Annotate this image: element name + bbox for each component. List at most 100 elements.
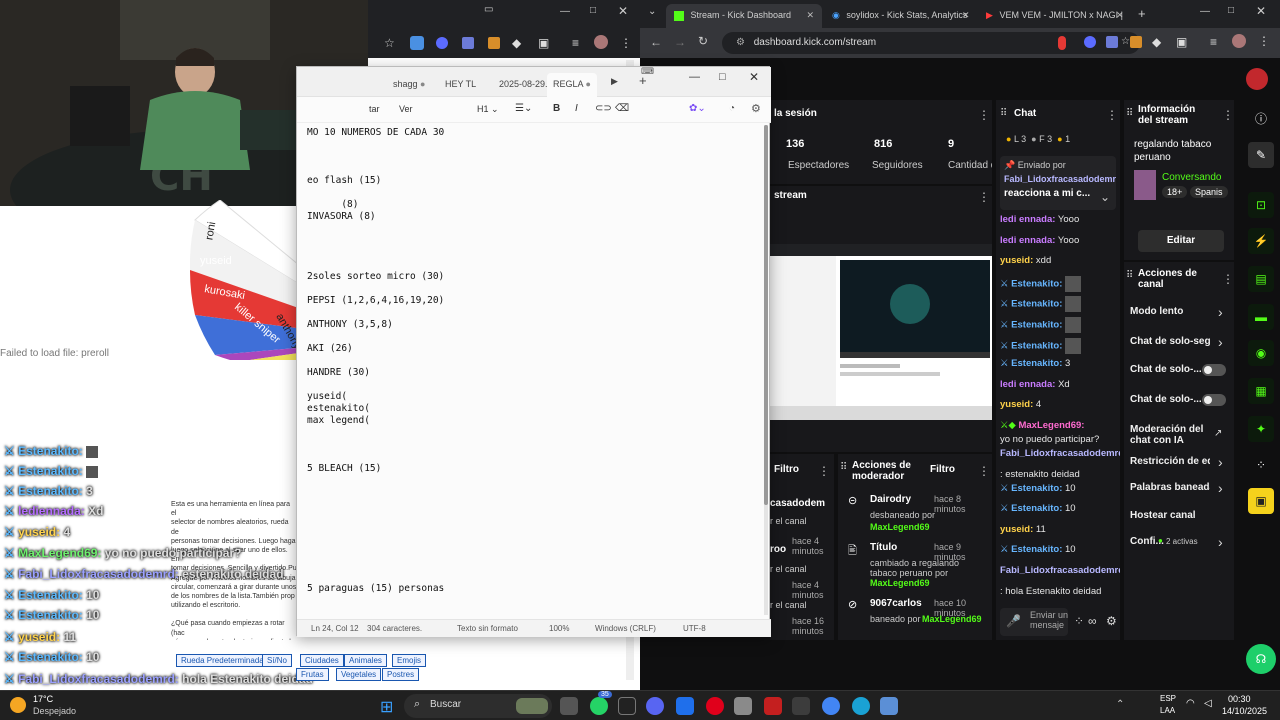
settings-icon[interactable]: ⚙ <box>751 102 761 115</box>
chat-username[interactable]: yuseid: <box>1000 255 1033 266</box>
chevron-down-icon[interactable]: ⌄ <box>1100 190 1110 204</box>
broadcast-icon[interactable]: ◉ <box>1248 340 1274 366</box>
channel-action-item[interactable]: Chat de solo-... <box>1124 364 1234 390</box>
clipboard-icon[interactable]: ▤ <box>1248 266 1274 292</box>
opera-icon[interactable] <box>706 697 724 715</box>
chat-username[interactable]: Estenakito: <box>1011 358 1062 369</box>
toggle-switch[interactable] <box>1202 394 1226 406</box>
channel-action-item[interactable]: Restricción de ed › <box>1124 454 1234 482</box>
preset-button[interactable]: Rueda Predeterminada <box>176 654 269 667</box>
extension-icon[interactable] <box>410 36 424 50</box>
extension-icon[interactable] <box>1130 36 1142 48</box>
chat-username[interactable]: Estenakito: <box>1011 544 1062 555</box>
menu-view[interactable]: Ver <box>399 104 413 114</box>
channel-action-item[interactable]: Chat de solo-segu › <box>1124 334 1234 362</box>
more-icon[interactable]: ⋮ <box>1222 108 1234 122</box>
chevron-right-icon[interactable]: › <box>1218 454 1223 470</box>
task-view-icon[interactable] <box>560 697 578 715</box>
italic-icon[interactable]: I <box>575 103 578 114</box>
info-icon[interactable]: ⓘ <box>1248 106 1274 132</box>
more-icon[interactable]: ⋮ <box>1222 272 1234 286</box>
channel-action-item[interactable]: Modo lento › <box>1124 304 1234 332</box>
new-tab-icon[interactable]: + <box>1138 6 1146 21</box>
tab-kick-stats[interactable]: ◉ soylidox - Kick Stats, Analytics ✕ <box>824 4 978 28</box>
star-icon[interactable]: ☆ <box>384 36 395 50</box>
more-icon[interactable]: ⋮ <box>818 464 830 478</box>
chat-username[interactable]: Fabi_Lidoxfracasadodemrd <box>1000 448 1120 459</box>
chat-icon[interactable]: ▬ <box>1248 304 1274 330</box>
help-icon[interactable]: ☊ <box>1246 644 1276 674</box>
microphone-icon[interactable]: 🎤 <box>1006 614 1021 628</box>
tab-list-icon[interactable]: ⌄ <box>648 6 656 17</box>
chevron-right-icon[interactable]: › <box>1218 534 1223 550</box>
close-icon[interactable]: ✕ <box>962 10 970 21</box>
chat-username[interactable]: ledi ennada: <box>1000 379 1055 390</box>
chat-username[interactable]: ledi ennada: <box>1000 235 1055 246</box>
volume-icon[interactable]: ◁ <box>1204 698 1212 709</box>
chat-username[interactable]: Estenakito: <box>1011 503 1062 514</box>
chat-username[interactable]: yuseid: <box>1000 399 1033 410</box>
layout-icon[interactable]: ▦ <box>1248 378 1274 404</box>
filter-label[interactable]: Filtro <box>930 464 955 475</box>
diamond-icon[interactable]: ◆ <box>512 36 521 50</box>
emote-icon[interactable]: ⁘ <box>1074 614 1084 628</box>
capcut-icon[interactable] <box>792 697 810 715</box>
stream-preview-video[interactable] <box>770 244 992 420</box>
extension-icon[interactable] <box>488 37 500 49</box>
whatsapp-icon[interactable] <box>590 697 608 715</box>
weather-icon[interactable] <box>10 697 26 713</box>
chevron-right-icon[interactable]: › <box>1218 480 1223 496</box>
edit-button[interactable]: Editar <box>1138 230 1224 252</box>
maximize-icon[interactable]: □ <box>719 71 726 83</box>
list-icon[interactable]: ☰⌄ <box>515 103 532 114</box>
chevron-right-icon[interactable]: › <box>1218 334 1223 350</box>
preset-button[interactable]: Postres <box>382 668 420 681</box>
preset-button[interactable]: Emojis <box>392 654 427 667</box>
more-icon[interactable]: ⋮ <box>978 464 990 478</box>
tab-youtube[interactable]: ▶ VEM VEM - JMILTON x NAGI | ✕ <box>978 4 1132 28</box>
shield-icon[interactable] <box>1106 36 1118 48</box>
diamond-icon[interactable]: ◆ <box>1152 35 1161 49</box>
chat-username[interactable]: Estenakito: <box>1011 278 1062 289</box>
preset-button[interactable]: Frutas <box>296 668 329 681</box>
preset-button[interactable]: Animales <box>344 654 387 667</box>
profile-avatar[interactable] <box>1246 68 1268 90</box>
close-icon[interactable]: ✕ <box>1116 10 1124 21</box>
chrome-icon[interactable] <box>822 697 840 715</box>
channel-action-item[interactable]: Moderación del chat con IA ↗ <box>1124 424 1234 450</box>
dots-icon[interactable]: ⁘ <box>1248 452 1274 478</box>
category-name[interactable]: Conversando <box>1162 172 1221 183</box>
cast-icon[interactable]: ▭ <box>484 4 493 15</box>
preset-button[interactable]: Sí/No <box>262 654 293 667</box>
focus-icon[interactable]: ⊡ <box>1248 192 1274 218</box>
wifi-icon[interactable]: ◠ <box>1186 698 1195 709</box>
forward-icon[interactable]: → <box>674 35 686 49</box>
notepad-scrollbar[interactable] <box>764 125 768 615</box>
menu-icon[interactable]: ≡ <box>1210 35 1217 49</box>
notepad-text-area[interactable]: MO 10 NUMEROS DE CADA 30 eo flash (15) (8… <box>307 127 767 617</box>
maximize-icon[interactable]: □ <box>590 5 596 16</box>
chat-input[interactable]: 🎤 Enviar un mensaje <box>1000 608 1068 636</box>
toggle-switch[interactable] <box>1202 364 1226 376</box>
chat-username[interactable]: Estenakito: <box>1011 299 1062 310</box>
close-icon[interactable]: ✕ <box>618 4 628 18</box>
avatar[interactable] <box>1232 34 1246 48</box>
puzzle-icon[interactable]: ▣ <box>538 36 549 50</box>
channel-action-item[interactable]: Palabras baneada › <box>1124 480 1234 508</box>
drag-handle-icon[interactable]: ⠿ <box>1126 270 1133 281</box>
settings-icon[interactable]: ⚙ <box>1106 614 1117 628</box>
taskbar-search[interactable]: ⌕ Buscar <box>404 694 552 718</box>
shield-icon[interactable] <box>462 37 474 49</box>
infinity-icon[interactable]: ∞ <box>1088 614 1097 628</box>
drag-handle-icon[interactable]: ⠿ <box>840 462 847 473</box>
reload-icon[interactable]: ↻ <box>698 34 708 48</box>
copilot-icon[interactable]: ✿⌄ <box>689 103 706 114</box>
app-icon[interactable] <box>764 697 782 715</box>
more-icon[interactable]: ⋮ <box>978 108 990 122</box>
drag-handle-icon[interactable]: ⠿ <box>1126 108 1133 119</box>
channel-action-item[interactable]: Confi... › ● 2 activas <box>1124 534 1234 562</box>
more-icon[interactable]: ⋮ <box>620 36 632 50</box>
chat-username[interactable]: Estenakito: <box>1011 320 1062 331</box>
start-icon[interactable]: ⊞ <box>380 697 393 717</box>
minimize-icon[interactable]: — <box>1200 6 1210 17</box>
